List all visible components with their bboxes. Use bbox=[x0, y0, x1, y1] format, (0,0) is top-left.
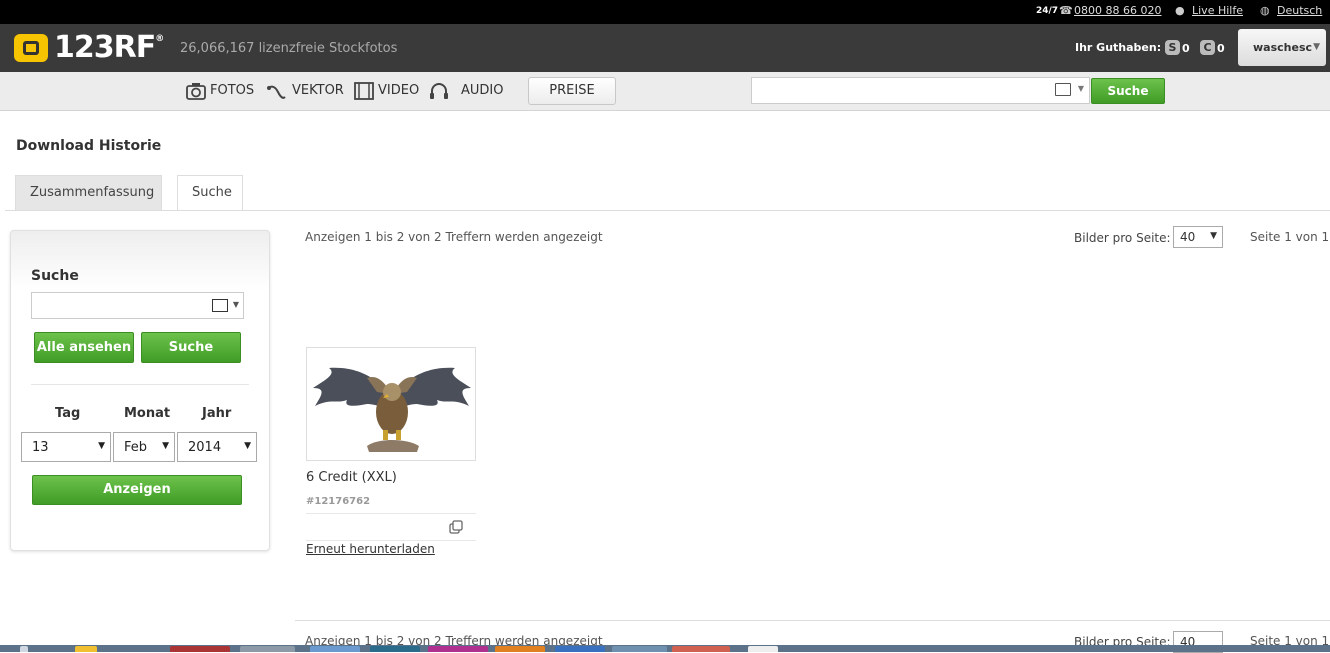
taskbar-button[interactable] bbox=[75, 646, 97, 652]
image-id[interactable]: #12176762 bbox=[306, 496, 370, 507]
chevron-down-icon: ▼ bbox=[162, 441, 169, 451]
per-page-select[interactable]: 40 ▼ bbox=[1173, 226, 1223, 248]
taskbar-button[interactable] bbox=[370, 646, 420, 652]
taskbar-button[interactable] bbox=[240, 646, 295, 652]
taskbar-button[interactable] bbox=[555, 646, 605, 652]
eagle-image bbox=[313, 367, 471, 452]
user-menu-button[interactable]: waschesc ▼ bbox=[1238, 29, 1326, 66]
vector-pen-icon bbox=[267, 85, 286, 99]
taskbar-button[interactable] bbox=[495, 646, 545, 652]
nav-fotos[interactable]: FOTOS bbox=[210, 83, 254, 98]
image-type-icon[interactable] bbox=[1055, 83, 1071, 96]
taskbar-button[interactable] bbox=[612, 646, 667, 652]
os-taskbar bbox=[0, 645, 1330, 652]
chevron-down-icon[interactable]: ▼ bbox=[233, 300, 239, 309]
chevron-down-icon: ▼ bbox=[1313, 42, 1320, 52]
redownload-link[interactable]: Erneut herunterladen bbox=[306, 542, 435, 556]
image-thumbnail[interactable] bbox=[306, 347, 476, 461]
credit-info: 6 Credit (XXL) bbox=[306, 470, 397, 485]
main-nav: FOTOS VEKTOR VIDEO AUDIO PREISE ▼ Suche bbox=[0, 72, 1330, 111]
credits-icon: C bbox=[1200, 40, 1215, 55]
subscription-icon: S bbox=[1165, 40, 1180, 55]
year-value: 2014 bbox=[188, 440, 222, 455]
image-type-icon[interactable] bbox=[212, 299, 228, 312]
search-input[interactable]: ▼ bbox=[751, 77, 1090, 104]
day-select[interactable]: 13 ▼ bbox=[21, 432, 111, 462]
tab-divider bbox=[5, 210, 1330, 211]
page-title: Download Historie bbox=[16, 138, 162, 154]
phone-link[interactable]: 0800 88 66 020 bbox=[1074, 4, 1161, 17]
taskbar-button[interactable] bbox=[310, 646, 360, 652]
history-search-input[interactable]: ▼ bbox=[31, 292, 244, 319]
view-all-button[interactable]: Alle ansehen bbox=[34, 332, 134, 363]
language-link[interactable]: Deutsch bbox=[1277, 4, 1322, 17]
tab-zusammenfassung[interactable]: Zusammenfassung bbox=[15, 175, 162, 211]
page-info: Seite 1 von 1 bbox=[1250, 230, 1330, 244]
film-strip-icon bbox=[354, 82, 374, 100]
nav-vektor[interactable]: VEKTOR bbox=[292, 83, 344, 98]
username: waschesc bbox=[1253, 41, 1313, 54]
taskbar-button[interactable] bbox=[748, 646, 778, 652]
day-label: Tag bbox=[55, 406, 81, 421]
day-value: 13 bbox=[32, 440, 49, 455]
year-label: Jahr bbox=[202, 406, 232, 421]
headphones-icon bbox=[430, 83, 448, 99]
tagline: 26,066,167 lizenzfreie Stockfotos bbox=[180, 41, 398, 56]
divider bbox=[306, 540, 476, 541]
camera-icon bbox=[186, 83, 206, 100]
taskbar-button[interactable] bbox=[428, 646, 488, 652]
tab-suche[interactable]: Suche bbox=[177, 175, 243, 211]
per-page-value: 40 bbox=[1180, 230, 1196, 244]
nav-video[interactable]: VIDEO bbox=[378, 83, 419, 98]
show-button[interactable]: Anzeigen bbox=[32, 475, 242, 505]
logo-camera-icon bbox=[14, 34, 48, 62]
month-select[interactable]: Feb ▼ bbox=[113, 432, 175, 462]
live-help-link[interactable]: Live Hilfe bbox=[1192, 4, 1243, 17]
panel-search-button[interactable]: Suche bbox=[141, 332, 241, 363]
hours-label: 24/7 bbox=[1036, 6, 1059, 16]
per-page-label: Bilder pro Seite: bbox=[1074, 231, 1171, 245]
results-info: Anzeigen 1 bis 2 von 2 Treffern werden a… bbox=[305, 230, 603, 244]
site-header: 123RF® 26,066,167 lizenzfreie Stockfotos… bbox=[0, 24, 1330, 72]
month-label: Monat bbox=[124, 406, 171, 421]
chevron-down-icon: ▼ bbox=[1210, 231, 1217, 241]
panel-title: Suche bbox=[31, 268, 79, 284]
search-button[interactable]: Suche bbox=[1091, 78, 1165, 104]
logo-text: 123RF bbox=[54, 30, 156, 65]
nav-audio[interactable]: AUDIO bbox=[461, 83, 504, 98]
chevron-down-icon[interactable]: ▼ bbox=[1078, 84, 1084, 93]
divider bbox=[31, 384, 249, 385]
year-select[interactable]: 2014 ▼ bbox=[177, 432, 257, 462]
phone-icon: ☎ bbox=[1059, 4, 1073, 17]
credits-count: 0 bbox=[1217, 42, 1225, 55]
credit-label: Ihr Guthaben: bbox=[1075, 41, 1162, 54]
divider bbox=[295, 620, 1330, 621]
top-strip: 24/7 ☎ 0800 88 66 020 ● Live Hilfe ◍ Deu… bbox=[0, 0, 1330, 24]
month-value: Feb bbox=[124, 440, 148, 455]
chevron-down-icon: ▼ bbox=[98, 441, 105, 451]
taskbar-button[interactable] bbox=[20, 646, 28, 652]
search-panel: Suche ▼ Alle ansehen Suche Tag Monat Jah… bbox=[10, 230, 270, 551]
taskbar-button[interactable] bbox=[672, 646, 730, 652]
prices-button[interactable]: PREISE bbox=[528, 77, 616, 105]
divider bbox=[306, 513, 476, 514]
chevron-down-icon: ▼ bbox=[244, 441, 251, 451]
globe-icon: ◍ bbox=[1260, 4, 1270, 17]
logo-registered-mark: ® bbox=[155, 34, 164, 44]
chat-icon: ● bbox=[1175, 4, 1185, 17]
subscription-count: 0 bbox=[1182, 42, 1190, 55]
copy-icon[interactable] bbox=[449, 520, 463, 534]
taskbar-button[interactable] bbox=[170, 646, 230, 652]
